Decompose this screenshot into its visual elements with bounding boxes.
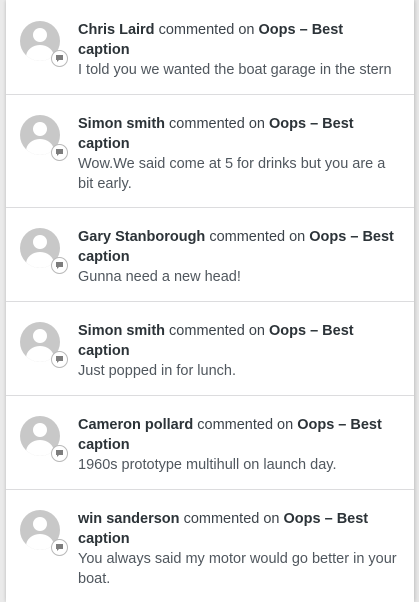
comment-excerpt[interactable]: Just popped in for lunch. (78, 362, 398, 382)
author-avatar[interactable] (20, 322, 70, 372)
activity-verb: commented on (183, 511, 280, 527)
activity-headline: win sanderson commented on Oops – Best c… (78, 510, 398, 549)
activity-verb: commented on (197, 417, 294, 433)
activity-item: Gary Stanborough commented on Oops – Bes… (6, 208, 414, 302)
activity-headline: Gary Stanborough commented on Oops – Bes… (78, 228, 398, 267)
author-avatar[interactable] (20, 416, 70, 466)
activity-verb: commented on (169, 116, 265, 132)
comment-author-link[interactable]: Gary Stanborough (78, 229, 205, 245)
comment-excerpt[interactable]: 1960s prototype multihull on launch day. (78, 456, 398, 476)
activity-verb: commented on (169, 323, 265, 339)
activity-item: Simon smith commented on Oops – Best cap… (6, 302, 414, 396)
comment-bubble-icon (51, 50, 68, 67)
comment-author-link[interactable]: Simon smith (78, 323, 165, 339)
comment-bubble-icon (51, 539, 68, 556)
author-avatar[interactable] (20, 115, 70, 165)
recent-comments-panel: Chris Laird commented on Oops – Best cap… (6, 0, 414, 602)
activity-item: Simon smith commented on Oops – Best cap… (6, 95, 414, 208)
comment-excerpt[interactable]: You always said my motor would go better… (78, 550, 398, 589)
comment-bubble-icon (51, 351, 68, 368)
comment-author-link[interactable]: Chris Laird (78, 22, 155, 38)
comment-excerpt[interactable]: I told you we wanted the boat garage in … (78, 61, 398, 81)
comment-excerpt[interactable]: Wow.We said come at 5 for drinks but you… (78, 155, 398, 194)
activity-verb: commented on (209, 229, 306, 245)
comment-author-link[interactable]: Simon smith (78, 116, 165, 132)
activity-item: Cameron pollard commented on Oops – Best… (6, 396, 414, 490)
author-avatar[interactable] (20, 21, 70, 71)
comment-author-link[interactable]: win sanderson (78, 511, 180, 527)
activity-item: Chris Laird commented on Oops – Best cap… (6, 0, 414, 95)
activity-headline: Simon smith commented on Oops – Best cap… (78, 322, 398, 361)
activity-item: win sanderson commented on Oops – Best c… (6, 490, 414, 602)
activity-verb: commented on (158, 22, 255, 38)
activity-headline: Cameron pollard commented on Oops – Best… (78, 416, 398, 455)
activity-headline: Simon smith commented on Oops – Best cap… (78, 115, 398, 154)
author-avatar[interactable] (20, 510, 70, 560)
comment-excerpt[interactable]: Gunna need a new head! (78, 268, 398, 288)
comment-bubble-icon (51, 257, 68, 274)
author-avatar[interactable] (20, 228, 70, 278)
activity-headline: Chris Laird commented on Oops – Best cap… (78, 21, 398, 60)
page-background-right (414, 0, 419, 602)
comment-author-link[interactable]: Cameron pollard (78, 417, 193, 433)
comment-bubble-icon (51, 445, 68, 462)
comment-bubble-icon (51, 144, 68, 161)
